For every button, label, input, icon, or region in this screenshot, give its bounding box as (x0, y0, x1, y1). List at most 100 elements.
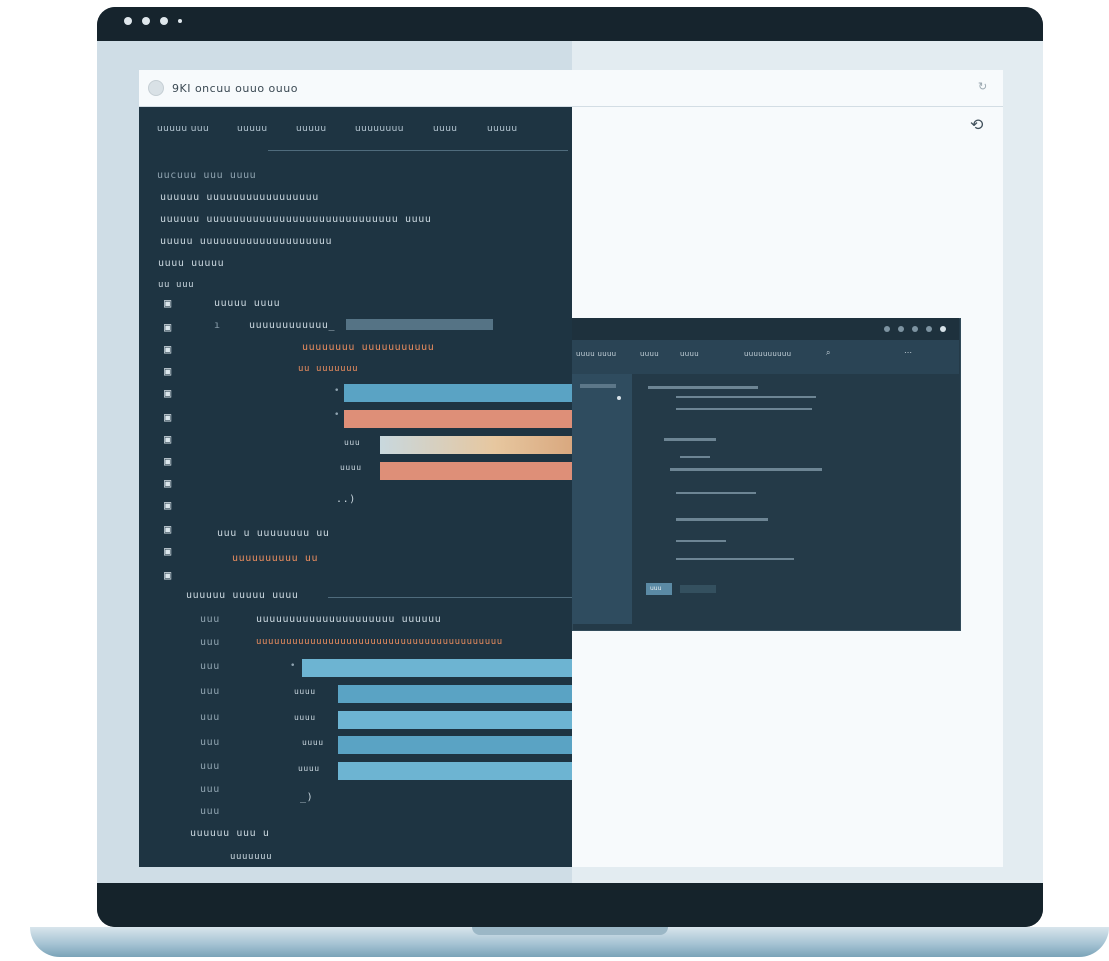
code-line: uuuuu uuuu (214, 298, 281, 309)
gutter-marker-icon[interactable]: ▣ (164, 296, 171, 310)
line-number: uuu (200, 784, 220, 795)
secondary-button[interactable] (680, 585, 716, 593)
code-line: uuuuuu uuuuu uuuu (186, 590, 299, 601)
line-number: uuu (200, 761, 220, 772)
line-number: uuu (200, 614, 220, 625)
content-line (670, 468, 822, 471)
window-titlebar (97, 7, 1043, 41)
content-line (676, 408, 812, 410)
sidebar-item[interactable] (580, 384, 616, 388)
code-line-marker: ı (214, 320, 221, 331)
refresh-icon[interactable]: ⟲ (970, 117, 986, 133)
tab-3[interactable]: uuuuu (296, 124, 327, 134)
menu-icon[interactable]: ⋯ (904, 348, 912, 357)
content-line (648, 386, 758, 389)
address-action-icon[interactable]: ↻ (978, 80, 987, 93)
line-number: uuu (200, 686, 220, 697)
gutter-marker-icon[interactable]: ▣ (164, 342, 171, 356)
code-line: uu uuu (158, 280, 195, 290)
line-number: uuu (200, 806, 220, 817)
bar (344, 410, 572, 428)
code-line: uuuuuu uuuuuuuuuuuuuuuuu (160, 192, 319, 203)
toolbar-item[interactable]: uuuu (640, 350, 659, 358)
bar (380, 436, 572, 454)
code-line: uuuuu uuuuuuuuuuuuuuuuuuuu (160, 236, 333, 247)
bar-label: uuuu (298, 764, 320, 773)
window-control-icon[interactable] (884, 326, 890, 332)
bar (302, 659, 572, 677)
bar-label: uuuu (294, 687, 316, 696)
site-icon (148, 80, 164, 96)
code-line: uuuuuuuuuuuu_ (249, 320, 336, 331)
code-line: uuuuuuuu uuuuuuuuuuu (302, 342, 435, 353)
content-line (680, 456, 710, 458)
content-line (676, 396, 816, 398)
bar (338, 762, 572, 780)
gutter-marker-icon[interactable]: ▣ (164, 476, 171, 490)
window-control-icon[interactable] (898, 326, 904, 332)
content-line (664, 438, 716, 441)
bar-marker: • (334, 410, 341, 420)
window-control-icon[interactable] (124, 17, 132, 25)
content-line (676, 492, 756, 494)
code-line: uuuuuuuuuuuuuuuuuuuuu uuuuuu (256, 614, 442, 625)
sidebar-item-icon[interactable] (617, 396, 621, 400)
content-line (676, 558, 794, 560)
gutter-marker-icon[interactable]: ▣ (164, 364, 171, 378)
gutter-marker-icon[interactable]: ▣ (164, 498, 171, 512)
window-control-icon[interactable] (160, 17, 168, 25)
window-control-icon[interactable] (912, 326, 918, 332)
tab-6[interactable]: uuuuu (487, 124, 518, 134)
gutter-marker-icon[interactable]: ▣ (164, 544, 171, 558)
laptop-notch (472, 927, 668, 935)
tab-2[interactable]: uuuuu (237, 124, 268, 134)
code-brace: ..) (336, 494, 356, 505)
code-line: uuuuuuuuuuuuuuuuuuuuuuuuuuuuuuuuuuuuuuuu… (256, 637, 503, 647)
window-control-icon[interactable] (926, 326, 932, 332)
bar-marker: • (290, 661, 297, 671)
toolbar-item[interactable]: uuuu (680, 350, 699, 358)
code-line: uuu u uuuuuuuu uu (217, 528, 330, 539)
code-brace: _) (300, 792, 314, 803)
bar (338, 685, 572, 703)
code-line: uu uuuuuuu (298, 364, 359, 374)
line-number: uuu (200, 737, 220, 748)
gutter-marker-icon[interactable]: ▣ (164, 432, 171, 446)
code-line: uucuuu uuu uuuu (157, 170, 257, 181)
line-number: uuu (200, 661, 220, 672)
gutter-marker-icon[interactable]: ▣ (164, 386, 171, 400)
floating-sidebar (572, 374, 632, 624)
gutter-marker-icon[interactable]: ▣ (164, 522, 171, 536)
code-line: uuuuuuu (230, 852, 273, 862)
laptop-bezel (97, 883, 1043, 927)
gutter-marker-icon[interactable]: ▣ (164, 320, 171, 334)
gutter-marker-icon[interactable]: ▣ (164, 568, 171, 582)
toolbar-item[interactable]: uuuuuuuuuu (744, 350, 791, 358)
address-text[interactable]: 9KI oncuu ouuo ouuo (172, 82, 298, 95)
gutter-marker-icon[interactable]: ▣ (164, 410, 171, 424)
bar (380, 462, 572, 480)
window-control-icon[interactable] (142, 17, 150, 25)
tab-5[interactable]: uuuu (433, 124, 457, 134)
line-number: uuu (200, 712, 220, 723)
window-control-icon[interactable] (940, 326, 946, 332)
code-highlight (346, 319, 493, 330)
code-separator (328, 597, 572, 598)
tab-1[interactable]: uuuuu uuu (157, 124, 209, 134)
tab-underline (268, 150, 568, 151)
gutter-marker-icon[interactable]: ▣ (164, 454, 171, 468)
bar-marker: • (334, 386, 341, 396)
bar (338, 711, 572, 729)
tab-4[interactable]: uuuuuuuu (355, 124, 404, 134)
code-line: uuuuuu uuuuuuuuuuuuuuuuuuuuuuuuuuuuu uuu… (160, 214, 432, 225)
bar-label: uuuu (294, 713, 316, 722)
toolbar-item[interactable]: uuuu uuuu (576, 350, 616, 358)
code-line: uuuuuuuuuu uu (232, 553, 319, 564)
bar-label: uuu (344, 438, 361, 447)
bar (338, 736, 572, 754)
code-line: uuuu uuuuu (158, 258, 225, 269)
bar (344, 384, 572, 402)
bar-label: uuuu (302, 738, 324, 747)
search-icon[interactable]: ⌕ (826, 348, 831, 358)
code-line: uuuuuu uuu u (190, 828, 270, 839)
